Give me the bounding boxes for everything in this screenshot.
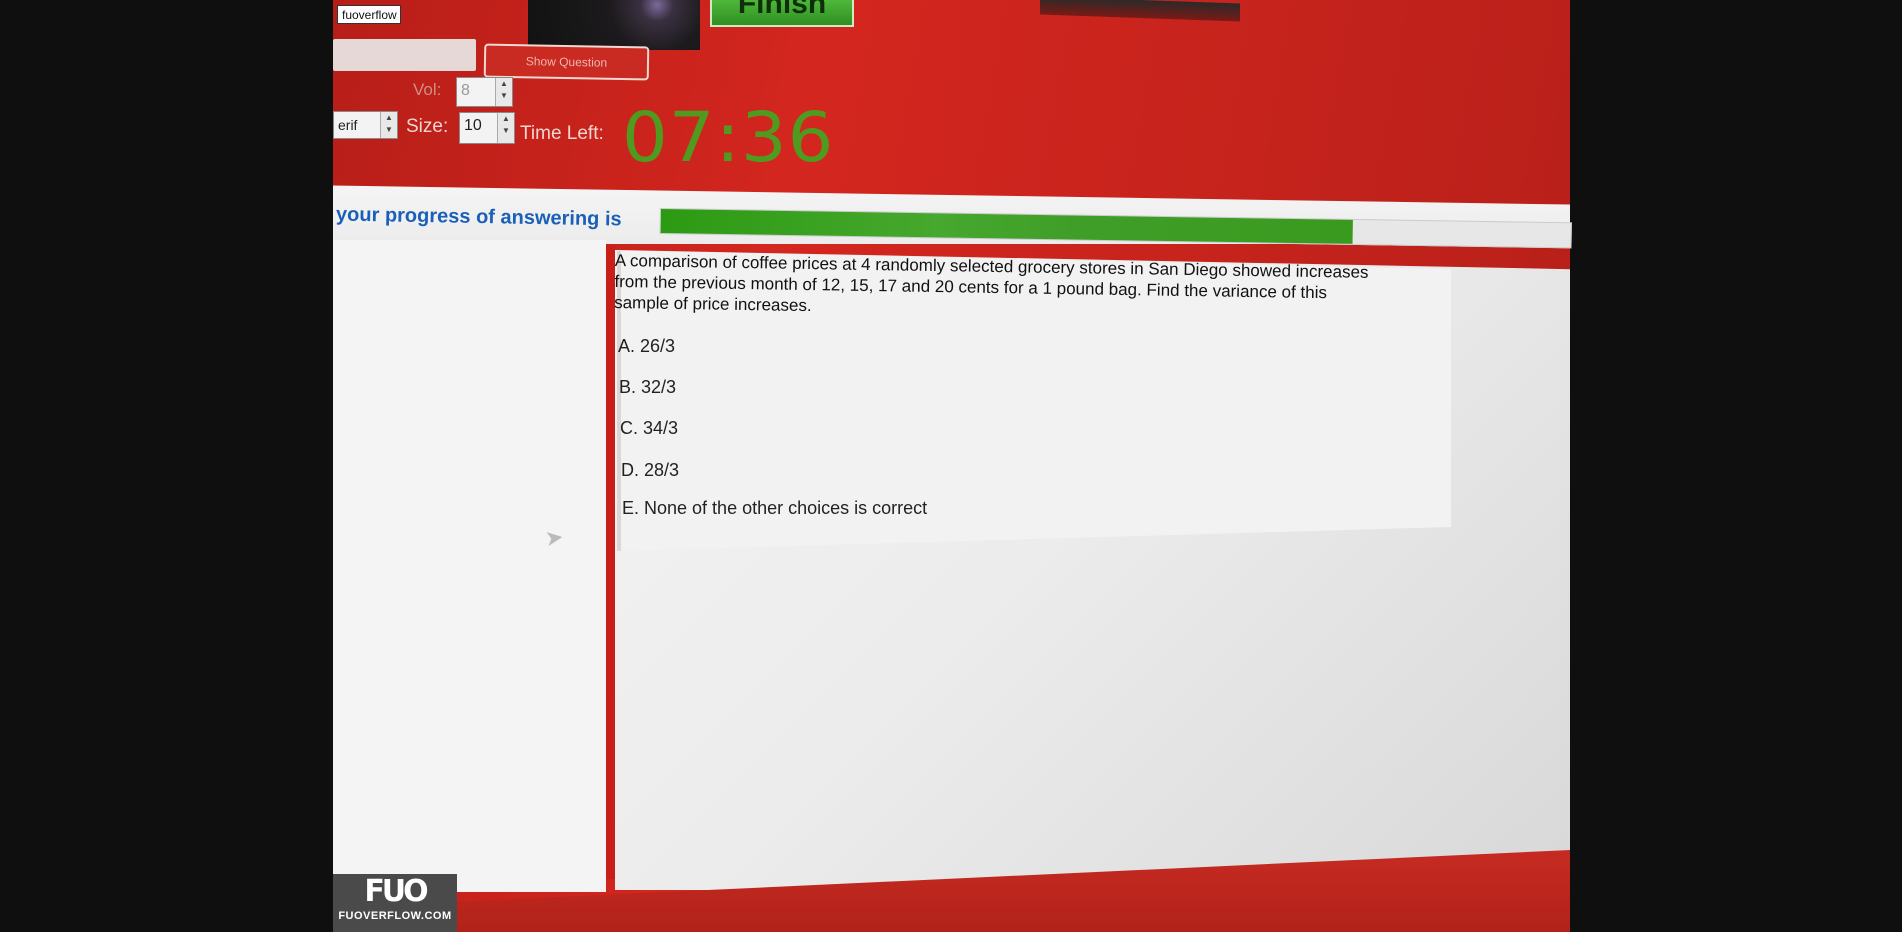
question-number-field <box>333 39 476 71</box>
show-question-button[interactable]: Show Question <box>483 43 650 81</box>
logo-mark: FUO <box>364 874 428 909</box>
question-text: A comparison of coffee prices at 4 rando… <box>614 250 1369 316</box>
logo-text: FUOVERFLOW.COM <box>338 910 452 922</box>
countdown-timer: 07:36 <box>622 97 835 177</box>
size-value: 10 <box>464 117 482 134</box>
finish-button[interactable]: Finish <box>710 0 854 27</box>
panel-divider[interactable] <box>606 245 615 879</box>
stepper-arrows-icon[interactable]: ▲ ▼ <box>380 112 397 138</box>
size-label: Size: <box>406 116 449 137</box>
time-left-label: Time Left: <box>520 123 604 144</box>
question-list-panel <box>333 240 606 892</box>
choice-a[interactable]: A. 26/3 <box>618 336 675 357</box>
stepper-arrows-icon[interactable]: ▲ ▼ <box>495 78 512 106</box>
tag-label: fuoverflow <box>337 5 401 24</box>
vol-value: 8 <box>461 82 470 99</box>
stepper-arrows-icon[interactable]: ▲ ▼ <box>497 113 514 143</box>
mouse-cursor-icon: ➤ <box>543 523 566 552</box>
choice-b[interactable]: B. 32/3 <box>619 377 676 398</box>
font-value: erif <box>338 117 358 133</box>
size-stepper[interactable]: 10 ▲ ▼ <box>459 112 515 144</box>
watermark-logo: FUO FUOVERFLOW.COM <box>333 874 457 932</box>
font-select[interactable]: erif ▲ ▼ <box>333 111 398 139</box>
vol-label: Vol: <box>413 80 442 99</box>
choice-e[interactable]: E. None of the other choices is correct <box>622 498 927 519</box>
vol-stepper[interactable]: 8 ▲ ▼ <box>456 77 513 107</box>
choice-d[interactable]: D. 28/3 <box>621 460 679 481</box>
choice-c[interactable]: C. 34/3 <box>620 418 678 439</box>
student-photo <box>528 0 700 50</box>
